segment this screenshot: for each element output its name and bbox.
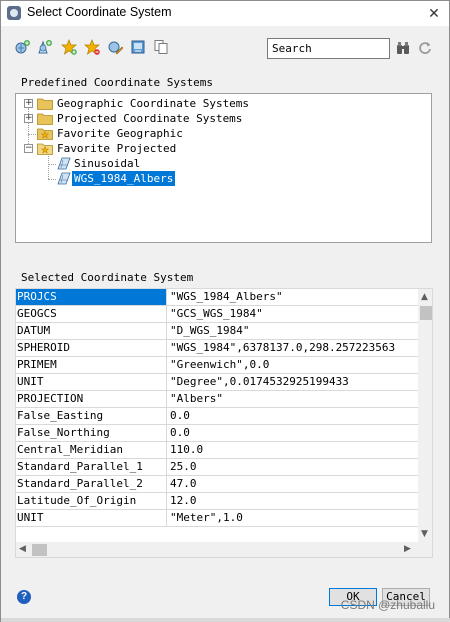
expand-toggle[interactable]: + xyxy=(24,99,33,108)
property-value: 47.0 xyxy=(170,477,197,490)
import-icon[interactable] xyxy=(130,39,146,55)
watermark-text: CSDN @zhuballu xyxy=(340,598,435,612)
vertical-scroll-thumb[interactable] xyxy=(420,306,432,320)
tree-node-favorite-geographic[interactable]: Favorite Geographic xyxy=(16,126,316,141)
refresh-icon[interactable] xyxy=(418,41,432,55)
copy-icon[interactable] xyxy=(153,39,169,55)
tree-node-sinusoidal[interactable]: Sinusoidal xyxy=(16,156,316,171)
table-row[interactable]: UNIT "Degree",0.0174532925199433 xyxy=(16,374,418,391)
property-value: 0.0 xyxy=(170,409,190,422)
new-geographic-icon[interactable] xyxy=(15,39,31,55)
property-key: Latitude_Of_Origin xyxy=(16,493,167,509)
property-key: Central_Meridian xyxy=(16,442,167,458)
table-row[interactable]: DATUM "D_WGS_1984" xyxy=(16,323,418,340)
table-row[interactable]: Latitude_Of_Origin 12.0 xyxy=(16,493,418,510)
tree-node-label: Geographic Coordinate Systems xyxy=(57,97,250,110)
bottom-strip xyxy=(1,618,450,622)
tree-node-label: Favorite Projected xyxy=(57,142,177,155)
table-row[interactable]: SPHEROID "WGS_1984",6378137.0,298.257223… xyxy=(16,340,418,357)
property-key: False_Easting xyxy=(16,408,167,424)
property-value: 12.0 xyxy=(170,494,197,507)
property-key: PROJECTION xyxy=(16,391,167,407)
edit-icon[interactable] xyxy=(107,39,123,55)
property-key: SPHEROID xyxy=(16,340,167,356)
table-row[interactable]: PROJCS "WGS_1984_Albers" xyxy=(16,289,418,306)
property-value: "Greenwich",0.0 xyxy=(170,358,270,371)
property-value: "Albers" xyxy=(170,392,223,405)
scroll-right-icon[interactable]: ▶ xyxy=(404,544,411,554)
property-key: False_Northing xyxy=(16,425,167,441)
property-key: UNIT xyxy=(16,510,167,526)
property-key: Standard_Parallel_2 xyxy=(16,476,167,492)
folder-icon xyxy=(37,112,53,125)
dialog-window: Select Coordinate System ✕ Prede xyxy=(0,0,450,622)
projection-icon xyxy=(56,172,72,185)
property-value: "D_WGS_1984" xyxy=(170,324,250,337)
property-value: "GCS_WGS_1984" xyxy=(170,307,263,320)
scroll-up-icon[interactable]: ▲ xyxy=(421,292,428,302)
tree-node-label: Projected Coordinate Systems xyxy=(57,112,243,125)
new-projected-icon[interactable] xyxy=(37,39,53,55)
tree-node-label-selected: WGS_1984_Albers xyxy=(72,171,176,186)
selected-section-label: Selected Coordinate System xyxy=(21,271,194,284)
binoculars-icon[interactable] xyxy=(396,41,410,55)
table-row[interactable]: False_Northing 0.0 xyxy=(16,425,418,442)
vertical-scrollbar[interactable]: ▲ ▼ xyxy=(418,289,432,542)
tree-node-label: Favorite Geographic xyxy=(57,127,183,140)
coordinate-system-tree[interactable]: + Geographic Coordinate Systems + Projec… xyxy=(15,93,432,243)
folder-icon xyxy=(37,97,53,110)
tree-node-projected[interactable]: + Projected Coordinate Systems xyxy=(16,111,316,126)
collapse-toggle[interactable]: − xyxy=(24,144,33,153)
scroll-left-icon[interactable]: ◀ xyxy=(19,544,26,554)
table-row[interactable]: GEOGCS "GCS_WGS_1984" xyxy=(16,306,418,323)
property-value: 0.0 xyxy=(170,426,190,439)
horizontal-scrollbar[interactable]: ◀ ▶ xyxy=(16,542,418,557)
property-key: GEOGCS xyxy=(16,306,167,322)
property-key: UNIT xyxy=(16,374,167,390)
property-value: 25.0 xyxy=(170,460,197,473)
property-value: 110.0 xyxy=(170,443,204,456)
window-title: Select Coordinate System xyxy=(27,5,172,19)
property-key: PRIMEM xyxy=(16,357,167,373)
property-value: "WGS_1984_Albers" xyxy=(170,290,283,303)
expand-toggle[interactable]: + xyxy=(24,114,33,123)
table-row[interactable]: Standard_Parallel_1 25.0 xyxy=(16,459,418,476)
table-row[interactable]: Central_Meridian 110.0 xyxy=(16,442,418,459)
title-bar[interactable]: Select Coordinate System ✕ xyxy=(1,1,449,26)
properties-grid[interactable]: PROJCS "WGS_1984_Albers" GEOGCS "GCS_WGS… xyxy=(15,288,433,558)
table-row[interactable]: False_Easting 0.0 xyxy=(16,408,418,425)
horizontal-scroll-thumb[interactable] xyxy=(32,544,47,556)
property-key: Standard_Parallel_1 xyxy=(16,459,167,475)
property-key: DATUM xyxy=(16,323,167,339)
favorite-folder-icon xyxy=(37,127,53,140)
table-row[interactable]: UNIT "Meter",1.0 xyxy=(16,510,418,527)
scroll-corner xyxy=(418,542,432,557)
property-value: "WGS_1984",6378137.0,298.257223563 xyxy=(170,341,396,354)
property-value: "Degree",0.0174532925199433 xyxy=(170,375,349,388)
tree-node-label: Sinusoidal xyxy=(74,157,141,170)
app-icon xyxy=(7,6,21,20)
remove-favorite-icon[interactable] xyxy=(84,39,100,55)
search-input[interactable] xyxy=(267,38,390,59)
property-key-selected: PROJCS xyxy=(16,289,167,305)
tree-node-favorite-projected[interactable]: − Favorite Projected xyxy=(16,141,316,156)
add-favorite-icon[interactable] xyxy=(61,39,77,55)
projection-icon xyxy=(56,157,72,170)
table-row[interactable]: PROJECTION "Albers" xyxy=(16,391,418,408)
scroll-down-icon[interactable]: ▼ xyxy=(421,529,428,539)
tree-node-geographic[interactable]: + Geographic Coordinate Systems xyxy=(16,96,316,111)
table-row[interactable]: PRIMEM "Greenwich",0.0 xyxy=(16,357,418,374)
property-value: "Meter",1.0 xyxy=(170,511,243,524)
close-button[interactable]: ✕ xyxy=(419,1,449,26)
table-row[interactable]: Standard_Parallel_2 47.0 xyxy=(16,476,418,493)
tree-node-wgs-1984-albers[interactable]: WGS_1984_Albers xyxy=(16,171,316,186)
help-icon[interactable]: ? xyxy=(17,590,31,604)
predefined-section-label: Predefined Coordinate Systems xyxy=(21,76,214,89)
favorite-folder-open-icon xyxy=(37,142,53,155)
